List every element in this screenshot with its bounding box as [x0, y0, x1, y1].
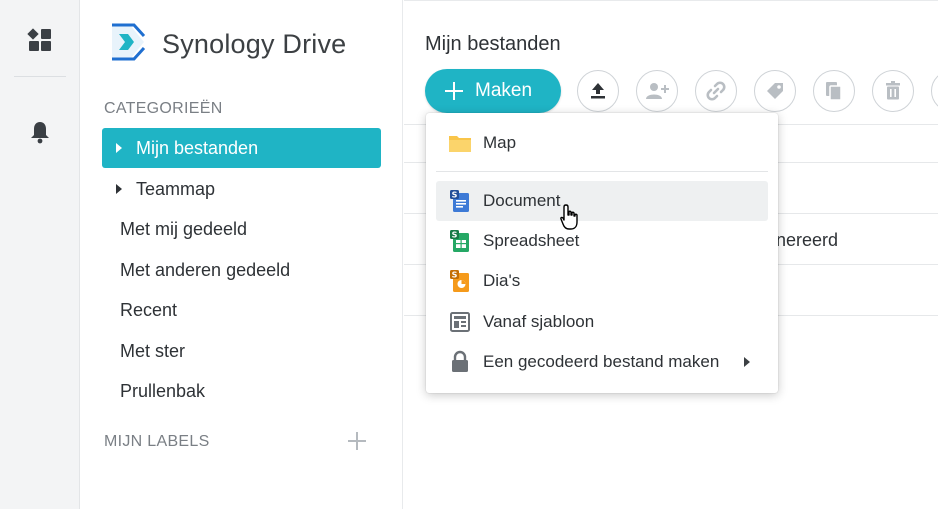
sidebar-item-label: Met ster	[120, 340, 186, 361]
synology-document-icon: S	[448, 189, 472, 213]
share-user-icon[interactable]	[636, 70, 678, 112]
menu-item-label: Dia's	[483, 271, 521, 290]
sidebar-item-label: Recent	[120, 299, 178, 320]
sidebar-item-label: Met anderen gedeeld	[120, 259, 291, 280]
create-button[interactable]: Maken	[425, 69, 561, 113]
categories-heading: CATEGORIEËN	[104, 100, 223, 117]
menu-item-document[interactable]: S Document	[436, 181, 768, 221]
app-brand: Synology Drive	[108, 22, 346, 67]
labels-heading: MIJN LABELS	[104, 433, 210, 450]
plus-icon	[445, 82, 463, 100]
sidebar-item-shared-with-others[interactable]: Met anderen gedeeld	[102, 250, 381, 290]
chevron-right-icon	[744, 357, 750, 367]
sidebar-item-my-files[interactable]: Mijn bestanden	[102, 128, 381, 168]
menu-item-label: Een gecodeerd bestand maken	[483, 352, 720, 371]
rail-divider	[14, 76, 66, 77]
sidebar-item-label: Teammap	[136, 178, 216, 199]
menu-item-folder[interactable]: Map	[436, 123, 768, 163]
top-border	[404, 0, 938, 1]
add-label-icon[interactable]	[346, 430, 368, 452]
chevron-right-icon	[116, 143, 122, 153]
sidebar-item-team-folder[interactable]: Teammap	[102, 169, 381, 209]
menu-item-label: Spreadsheet	[483, 231, 580, 250]
menu-item-encrypted-file[interactable]: Een gecodeerd bestand maken	[436, 342, 768, 382]
link-icon[interactable]	[695, 70, 737, 112]
sidebar-item-label: Mijn bestanden	[136, 137, 259, 158]
sidebar-item-trash[interactable]: Prullenbak	[102, 371, 381, 411]
icon-rail	[0, 0, 80, 509]
hand-cursor-icon	[559, 203, 583, 231]
bell-icon[interactable]	[0, 112, 80, 152]
svg-text:S: S	[452, 231, 458, 240]
copy-icon[interactable]	[813, 70, 855, 112]
menu-item-label: Document	[483, 191, 561, 210]
menu-item-slides[interactable]: S Dia's	[436, 261, 768, 301]
folder-icon	[448, 131, 472, 155]
app-title: Synology Drive	[162, 29, 347, 59]
create-menu: Map S Document S Spreadsheet S Dia's Van…	[426, 113, 778, 393]
synology-slides-icon: S	[448, 269, 472, 293]
tag-icon[interactable]	[754, 70, 796, 112]
sidebar: Synology Drive CATEGORIEËN Mijn bestande…	[80, 0, 403, 509]
menu-item-label: Map	[483, 133, 517, 152]
menu-item-from-template[interactable]: Vanaf sjabloon	[436, 302, 768, 342]
sidebar-item-label: Met mij gedeeld	[120, 218, 248, 239]
svg-text:S: S	[452, 191, 458, 200]
sidebar-item-label: Prullenbak	[120, 380, 206, 401]
svg-text:S: S	[452, 271, 458, 280]
menu-item-spreadsheet[interactable]: S Spreadsheet	[436, 221, 768, 261]
synology-spreadsheet-icon: S	[448, 229, 472, 253]
template-icon	[448, 310, 472, 334]
upload-icon[interactable]	[577, 70, 619, 112]
table-cell-partial: nereerd	[776, 230, 839, 250]
synology-drive-logo-icon	[108, 22, 148, 67]
sidebar-item-starred[interactable]: Met ster	[102, 331, 381, 371]
more-tools-icon[interactable]	[931, 70, 938, 112]
lock-icon	[448, 350, 472, 374]
dashboard-icon[interactable]	[0, 20, 80, 60]
delete-icon[interactable]	[872, 70, 914, 112]
sidebar-item-shared-with-me[interactable]: Met mij gedeeld	[102, 209, 381, 249]
sidebar-item-recent[interactable]: Recent	[102, 290, 381, 330]
menu-item-label: Vanaf sjabloon	[483, 312, 595, 331]
chevron-right-icon	[116, 184, 122, 194]
create-button-label: Maken	[475, 80, 533, 101]
menu-divider	[436, 171, 768, 172]
page-title: Mijn bestanden	[425, 33, 561, 55]
